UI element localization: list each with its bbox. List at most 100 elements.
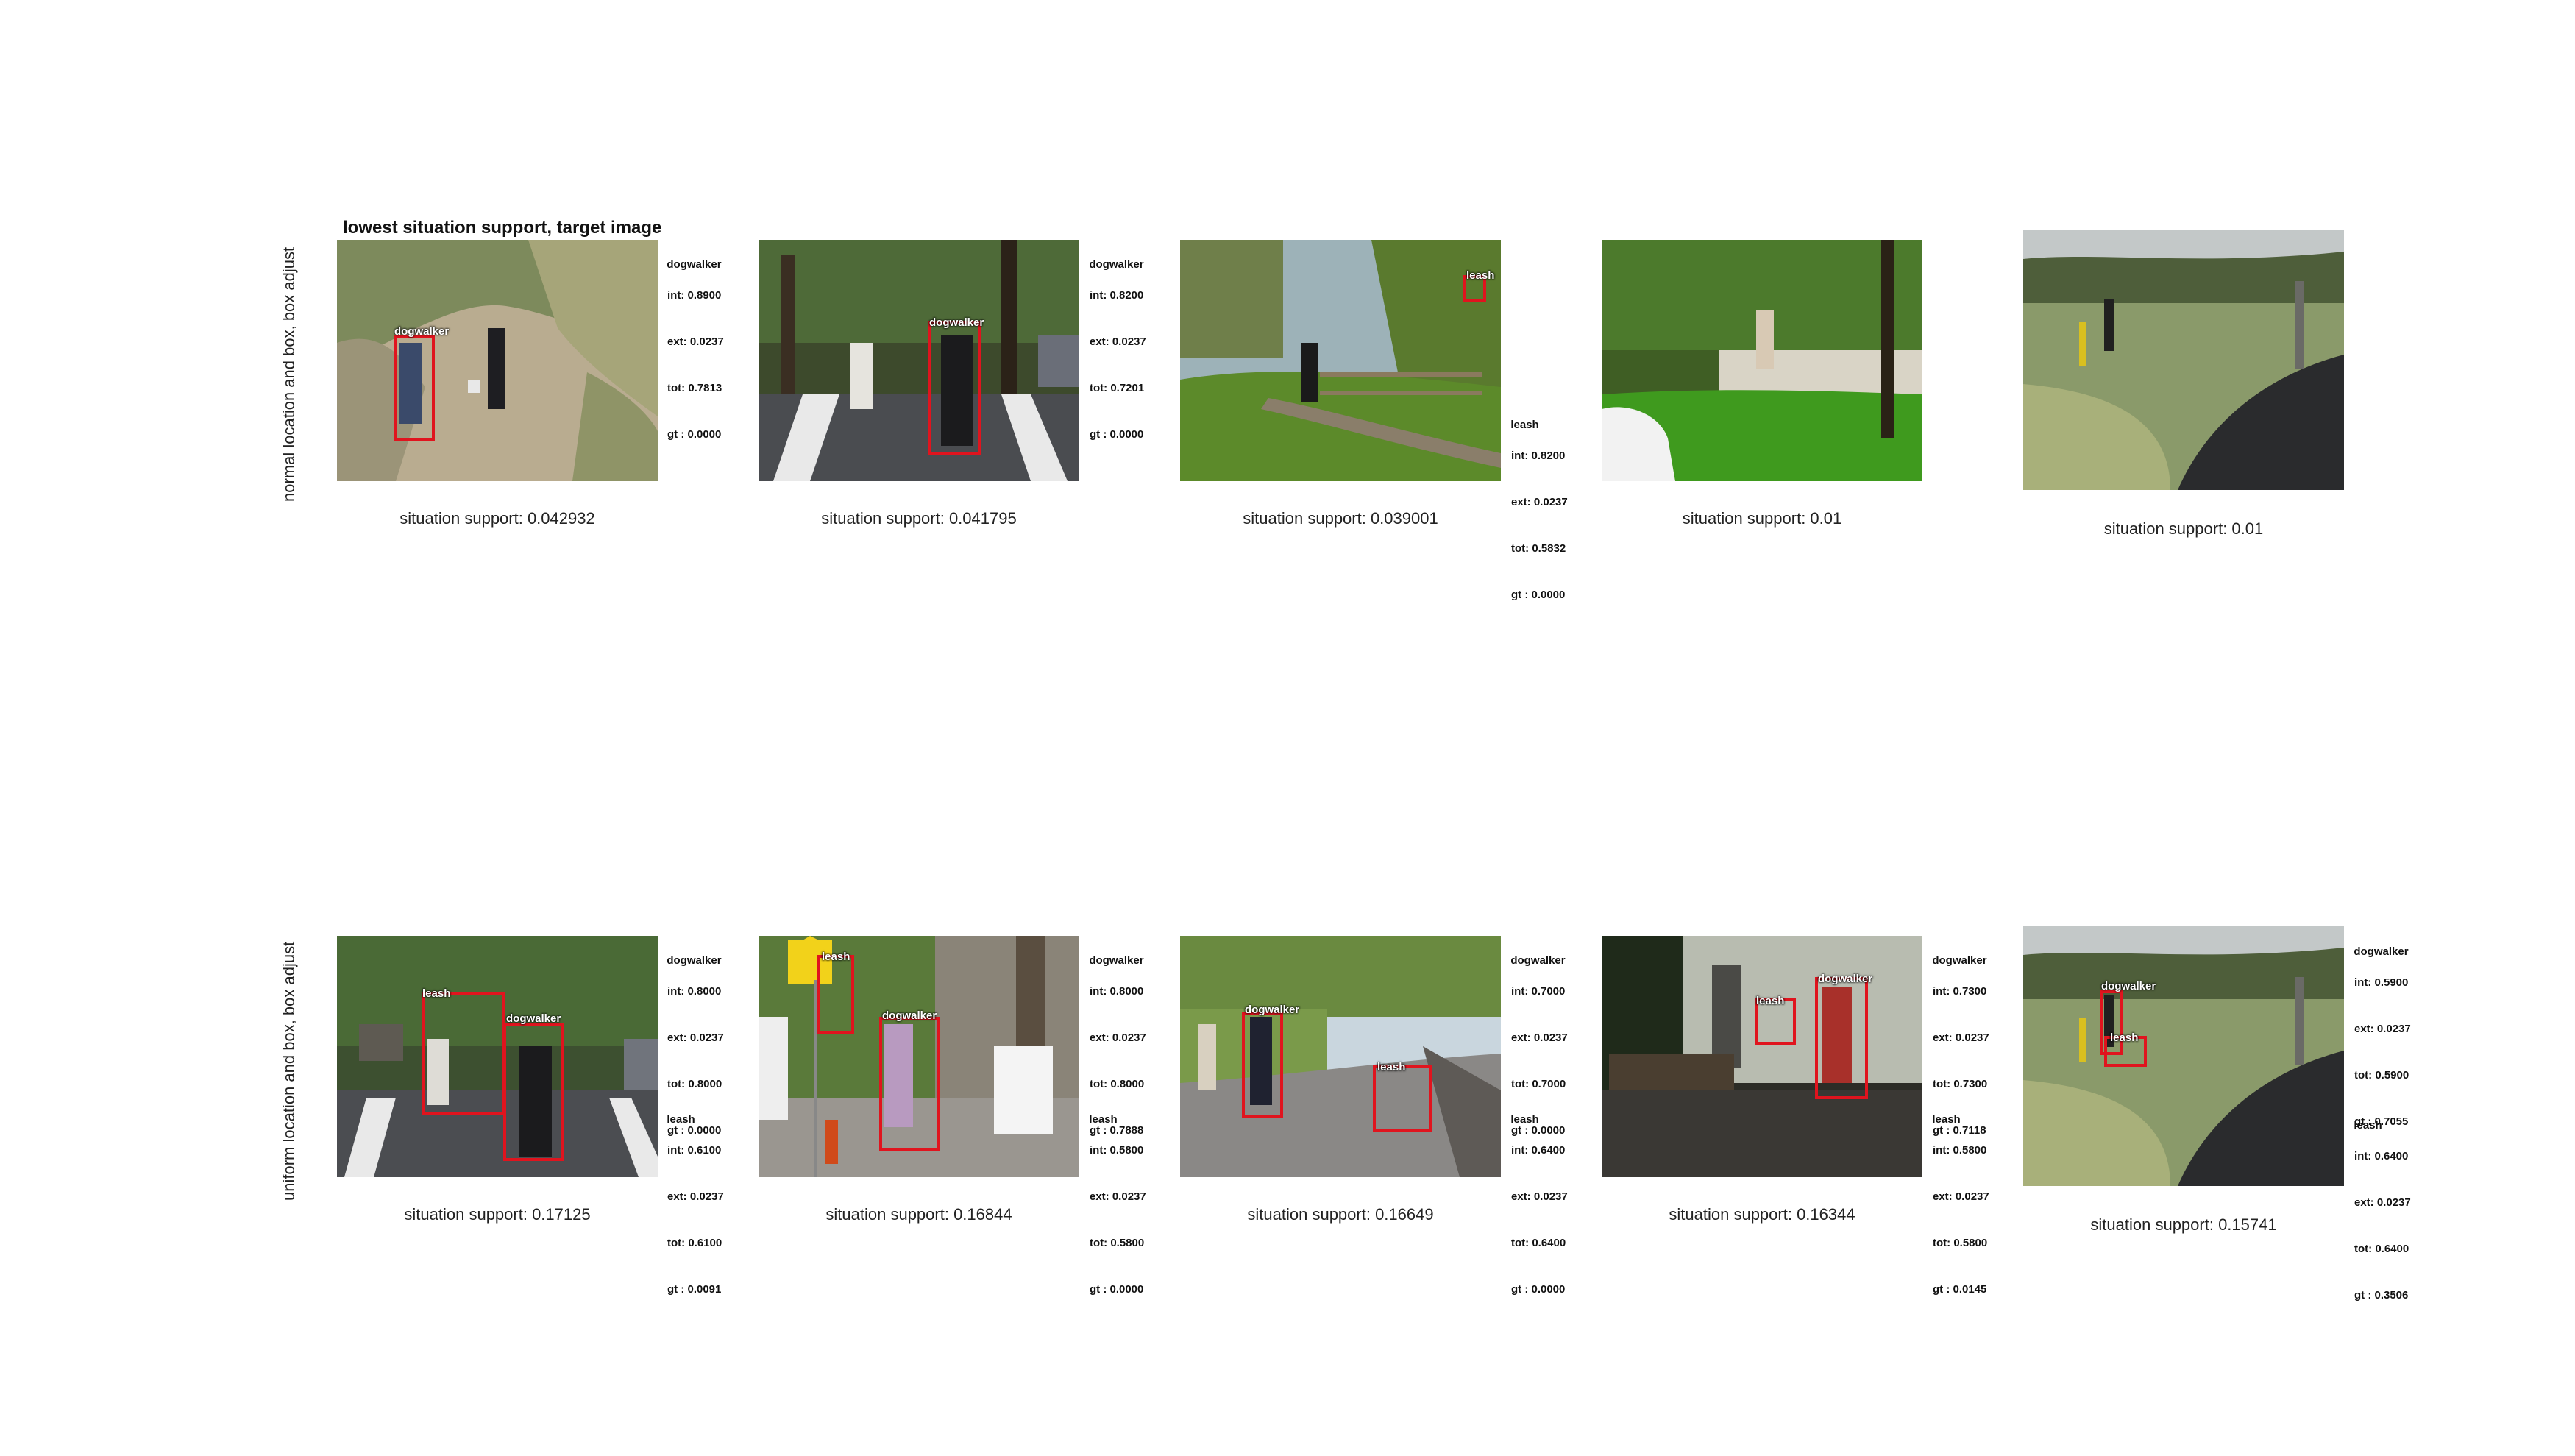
stat-tot: tot: 0.8000: [667, 1078, 722, 1090]
stat-gt: gt : 0.0000: [1511, 589, 1566, 601]
stat-int: int: 0.5800: [1090, 1144, 1144, 1157]
situation-support-caption: situation support: 0.041795: [821, 509, 1017, 528]
stat-tot: tot: 0.7300: [1933, 1078, 1988, 1090]
stat-tot: tot: 0.8000: [1090, 1078, 1145, 1090]
stat-ext: ext: 0.0237: [1090, 1190, 1146, 1203]
stat-gt: gt : 0.0000: [667, 428, 722, 441]
situation-support-caption: situation support: 0.17125: [404, 1205, 591, 1224]
bbox-dogwalker: [1242, 1012, 1283, 1118]
stats-dogwalker: dogwalker int: 0.8200 ext: 0.0237 tot: 0…: [1083, 241, 1146, 458]
bbox-leash: [1373, 1065, 1432, 1132]
bbox-label: leash: [1377, 1061, 1406, 1073]
bbox-label: leash: [422, 987, 451, 1000]
bbox-dogwalker: [879, 1017, 940, 1151]
photo-trail-meadow: [2023, 230, 2344, 490]
stats-leash: leash int: 0.8200 ext: 0.0237 tot: 0.583…: [1505, 402, 1568, 618]
role-name: leash: [1932, 1113, 1961, 1126]
bbox-label: dogwalker: [394, 325, 450, 338]
bbox-dogwalker: [503, 1023, 564, 1161]
stat-gt: gt : 0.0091: [667, 1283, 722, 1296]
bbox-leash: [817, 955, 854, 1034]
role-name: leash: [1510, 419, 1539, 431]
bbox-label: dogwalker: [882, 1009, 937, 1022]
role-name: leash: [2354, 1119, 2382, 1132]
stat-int: int: 0.7300: [1933, 985, 1987, 998]
photo-dirt-trail: dogwalker: [337, 240, 658, 481]
role-name: dogwalker: [667, 954, 722, 967]
photo-park-fence: leash: [1180, 240, 1501, 481]
bbox-dogwalker: [1815, 977, 1868, 1099]
bbox-label: dogwalker: [1818, 973, 1873, 985]
row-label-bottom: uniform location and box, box adjust: [280, 941, 298, 1201]
stat-ext: ext: 0.0237: [667, 1031, 724, 1044]
stat-gt: gt : 0.0000: [1090, 1283, 1144, 1296]
bbox-label: dogwalker: [2101, 980, 2156, 992]
situation-support-caption: situation support: 0.15741: [2090, 1215, 2277, 1234]
photo-street-trees: leash dogwalker: [337, 936, 658, 1177]
situation-support-caption: situation support: 0.16649: [1247, 1205, 1434, 1224]
stat-int: int: 0.8200: [1511, 450, 1566, 462]
stat-int: int: 0.8000: [1090, 985, 1144, 998]
stat-ext: ext: 0.0237: [1511, 1190, 1568, 1203]
stats-leash: leash int: 0.5800 ext: 0.0237 tot: 0.580…: [1083, 1096, 1146, 1313]
stat-ext: ext: 0.0237: [1090, 1031, 1146, 1044]
stat-ext: ext: 0.0237: [1090, 335, 1146, 348]
role-name: leash: [667, 1113, 695, 1126]
stat-tot: tot: 0.5832: [1511, 542, 1566, 555]
stat-ext: ext: 0.0237: [1933, 1190, 1989, 1203]
stats-leash: leash int: 0.6100 ext: 0.0237 tot: 0.610…: [661, 1096, 724, 1313]
stat-gt: gt : 0.0000: [1511, 1283, 1566, 1296]
situation-support-caption: situation support: 0.01: [1682, 509, 1842, 528]
photo-xing-sign: leash dogwalker: [759, 936, 1079, 1177]
stat-gt: gt : 0.0000: [1090, 428, 1144, 441]
situation-support-caption: situation support: 0.039001: [1243, 509, 1438, 528]
bbox-dogwalker: [928, 321, 981, 455]
bbox-leash: [422, 992, 505, 1115]
stat-int: int: 0.5800: [1933, 1144, 1987, 1157]
stat-tot: tot: 0.6400: [2354, 1243, 2409, 1255]
stat-ext: ext: 0.0237: [1933, 1031, 1989, 1044]
stat-int: int: 0.6400: [1511, 1144, 1566, 1157]
stat-int: int: 0.7000: [1511, 985, 1566, 998]
situation-support-caption: situation support: 0.01: [2103, 519, 2264, 538]
situation-support-caption: situation support: 0.042932: [399, 509, 595, 528]
stat-ext: ext: 0.0237: [1511, 496, 1568, 508]
stat-ext: ext: 0.0237: [1511, 1031, 1568, 1044]
stat-gt: gt : 0.0145: [1933, 1283, 1987, 1296]
photo-crosswalk: dogwalker: [759, 240, 1079, 481]
stat-int: int: 0.8900: [667, 289, 722, 302]
figure-title: lowest situation support, target image: [343, 218, 662, 238]
stats-leash: leash int: 0.5800 ext: 0.0237 tot: 0.580…: [1926, 1096, 1989, 1313]
role-name: dogwalker: [1932, 954, 1987, 967]
stat-ext: ext: 0.0237: [2354, 1196, 2411, 1209]
situation-support-caption: situation support: 0.16844: [825, 1205, 1012, 1224]
role-name: dogwalker: [667, 258, 722, 271]
stat-tot: tot: 0.6400: [1511, 1237, 1566, 1249]
row-label-top: normal location and box, box adjust: [280, 246, 298, 502]
stat-tot: tot: 0.7000: [1511, 1078, 1566, 1090]
stat-tot: tot: 0.7813: [667, 382, 722, 394]
role-name: dogwalker: [1510, 954, 1566, 967]
stat-tot: tot: 0.5900: [2354, 1069, 2409, 1082]
role-name: leash: [1510, 1113, 1539, 1126]
stats-leash: leash int: 0.6400 ext: 0.0237 tot: 0.640…: [2348, 1102, 2411, 1318]
stat-tot: tot: 0.6100: [667, 1237, 722, 1249]
bbox-label: leash: [2110, 1031, 2139, 1044]
stat-int: int: 0.8200: [1090, 289, 1144, 302]
bbox-label: leash: [1466, 269, 1495, 282]
bbox-label: dogwalker: [929, 316, 984, 329]
situation-support-caption: situation support: 0.16344: [1669, 1205, 1855, 1224]
stat-ext: ext: 0.0237: [667, 1190, 724, 1203]
bbox-label: dogwalker: [1245, 1004, 1300, 1016]
stat-int: int: 0.8000: [667, 985, 722, 998]
stat-tot: tot: 0.5800: [1090, 1237, 1145, 1249]
role-name: dogwalker: [1089, 258, 1144, 271]
photo-park-bench: leash dogwalker: [1602, 936, 1922, 1177]
photo-trail-meadow: dogwalker leash: [2023, 926, 2344, 1186]
stats-dogwalker: dogwalker int: 0.8900 ext: 0.0237 tot: 0…: [661, 241, 723, 458]
bbox-label: leash: [1756, 995, 1785, 1007]
stats-leash: leash int: 0.6400 ext: 0.0237 tot: 0.640…: [1505, 1096, 1568, 1313]
bbox-dogwalker: [394, 335, 435, 441]
stat-tot: tot: 0.7201: [1090, 382, 1145, 394]
bbox-label: leash: [822, 951, 850, 963]
